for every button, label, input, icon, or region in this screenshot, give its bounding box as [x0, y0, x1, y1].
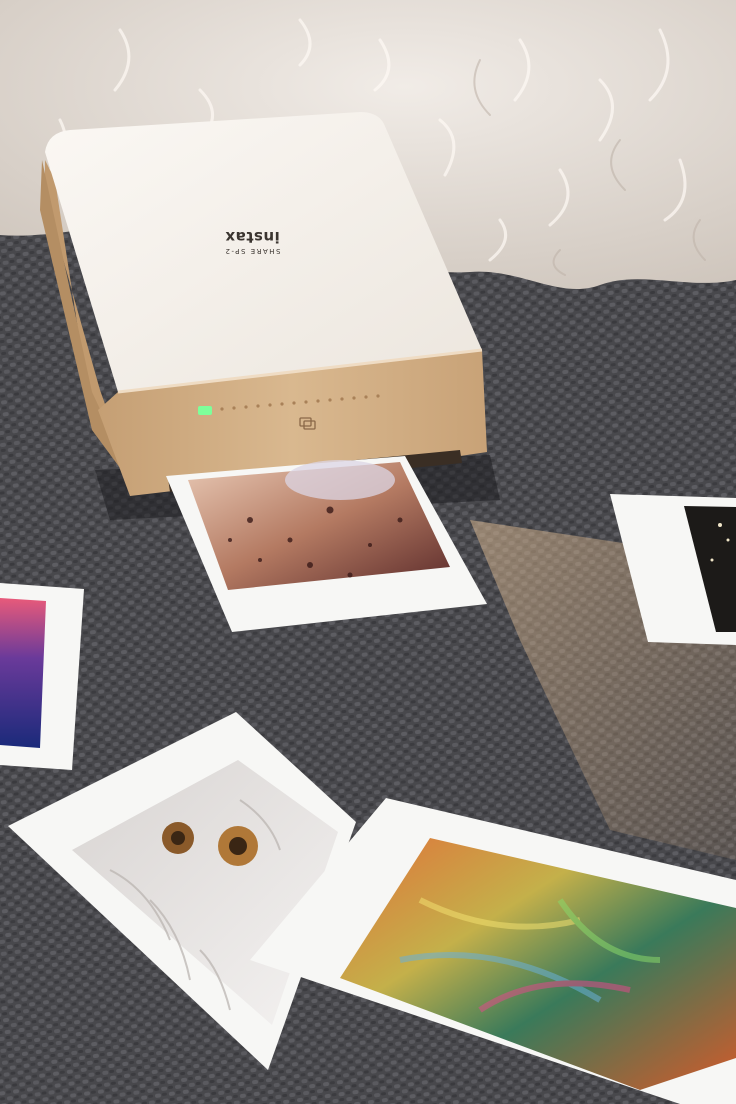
printer-brand-logo: instax [225, 228, 280, 246]
printer-model-label: SHARE SP-2 [224, 247, 281, 255]
left-photo [0, 583, 84, 770]
status-light-icon [198, 406, 212, 415]
photo-scene [0, 0, 736, 1104]
